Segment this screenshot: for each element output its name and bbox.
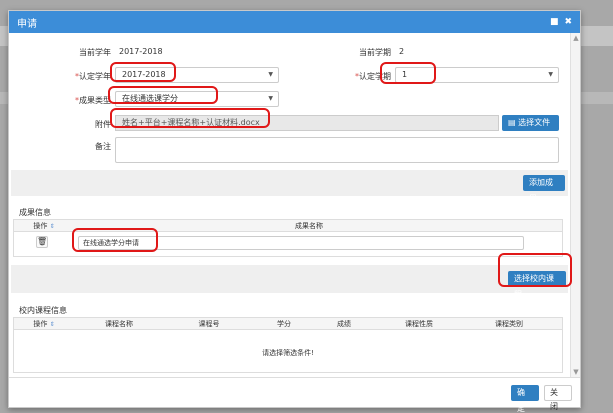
dialog-body: 当前学年 2017-2018 当前学期 2 *认定学年 2017-2018 ▼ … [9, 33, 570, 377]
results-table-header: 操作 ⇕ 成果名称 [14, 220, 562, 232]
courses-col-score: 成绩 [337, 320, 351, 328]
type-label-text: 成果类型 [79, 96, 111, 105]
ok-button[interactable]: 确 定 [511, 385, 539, 413]
results-col-op[interactable]: 操作 ⇕ [14, 220, 74, 232]
add-result-button[interactable]: 添加成果 [523, 175, 565, 203]
select-course-button[interactable]: 选择校内课程 [508, 271, 566, 299]
sort-icon: ⇕ [49, 321, 55, 328]
current-year-value: 2017-2018 [119, 47, 163, 56]
courses-section-title: 校内课程信息 [19, 306, 67, 315]
type-select-value: 在线通选课学分 [122, 94, 178, 103]
cert-term-label: *认定学期 [329, 71, 391, 82]
cert-year-select-value: 2017-2018 [122, 70, 166, 79]
dialog-titlebar: 申请 ■ ✖ [9, 11, 580, 33]
current-term-value: 2 [399, 47, 405, 56]
cert-term-select-value: 1 [402, 70, 408, 79]
select-course-bar: 选择校内课程 [11, 265, 568, 299]
courses-col-nature: 课程性质 [405, 320, 433, 328]
courses-col-credit: 学分 [277, 320, 291, 328]
note-label: 备注 [95, 142, 111, 151]
scroll-down-icon[interactable]: ▼ [571, 367, 581, 377]
results-col-op-text: 操作 [33, 222, 48, 230]
scroll-up-icon[interactable]: ▲ [571, 33, 581, 43]
close-button[interactable]: 关 闭 [544, 385, 572, 411]
chevron-down-icon: ▼ [268, 95, 273, 102]
cert-year-label: *认定学年 [49, 71, 111, 82]
attachment-filename: 姓名+平台+课程名称+认证材料.docx [115, 115, 499, 131]
chevron-down-icon: ▼ [268, 71, 273, 78]
dialog-title: 申请 [17, 18, 37, 30]
cert-term-select[interactable]: 1 ▼ [395, 67, 559, 83]
dialog-scrollbar[interactable]: ▲ ▼ [570, 33, 580, 377]
courses-table-header: 操作 ⇕ 课程名称 课程号 学分 成绩 课程性质 课程类别 [14, 318, 562, 330]
courses-col-op-text: 操作 [33, 320, 48, 328]
courses-col-name: 课程名称 [105, 320, 133, 328]
note-textarea[interactable] [115, 137, 559, 163]
trash-icon[interactable]: 🗑 [36, 236, 48, 248]
courses-col-number: 课程号 [198, 320, 220, 328]
courses-table: 操作 ⇕ 课程名称 课程号 学分 成绩 课程性质 课程类别 请选择筛选条件! [13, 317, 563, 373]
select-file-button[interactable]: ▤ 选择文件 [502, 115, 559, 131]
maximize-icon[interactable]: ■ [550, 17, 559, 27]
type-select[interactable]: 在线通选课学分 ▼ [115, 91, 279, 107]
results-table: 操作 ⇕ 成果名称 🗑 在线通选学分申请 [13, 219, 563, 257]
results-col-name: 成果名称 [295, 222, 323, 230]
type-label: *成果类型 [49, 95, 111, 106]
sort-icon: ⇕ [49, 223, 55, 230]
select-file-label: 选择文件 [518, 118, 551, 127]
chevron-down-icon: ▼ [548, 71, 553, 78]
results-section-title: 成果信息 [19, 208, 51, 217]
close-icon[interactable]: ✖ [564, 17, 572, 27]
folder-icon: ▤ [508, 118, 519, 127]
dialog-footer: 确 定 关 闭 [9, 377, 580, 413]
courses-col-op[interactable]: 操作 ⇕ [14, 318, 74, 330]
current-year-label: 当前学年 [79, 48, 111, 57]
cert-term-label-text: 认定学期 [359, 72, 391, 81]
apply-dialog: 申请 ■ ✖ 当前学年 2017-2018 当前学期 2 *认定学年 2017-… [8, 10, 581, 413]
add-result-bar: 添加成果 [11, 170, 568, 203]
result-name-input[interactable]: 在线通选学分申请 [78, 236, 524, 250]
current-term-label: 当前学期 [359, 48, 391, 57]
attach-label: 附件 [95, 120, 111, 129]
courses-col-category: 课程类别 [495, 320, 523, 328]
cert-year-label-text: 认定学年 [79, 72, 111, 81]
courses-empty-message: 请选择筛选条件! [262, 349, 314, 357]
cert-year-select[interactable]: 2017-2018 ▼ [115, 67, 279, 83]
